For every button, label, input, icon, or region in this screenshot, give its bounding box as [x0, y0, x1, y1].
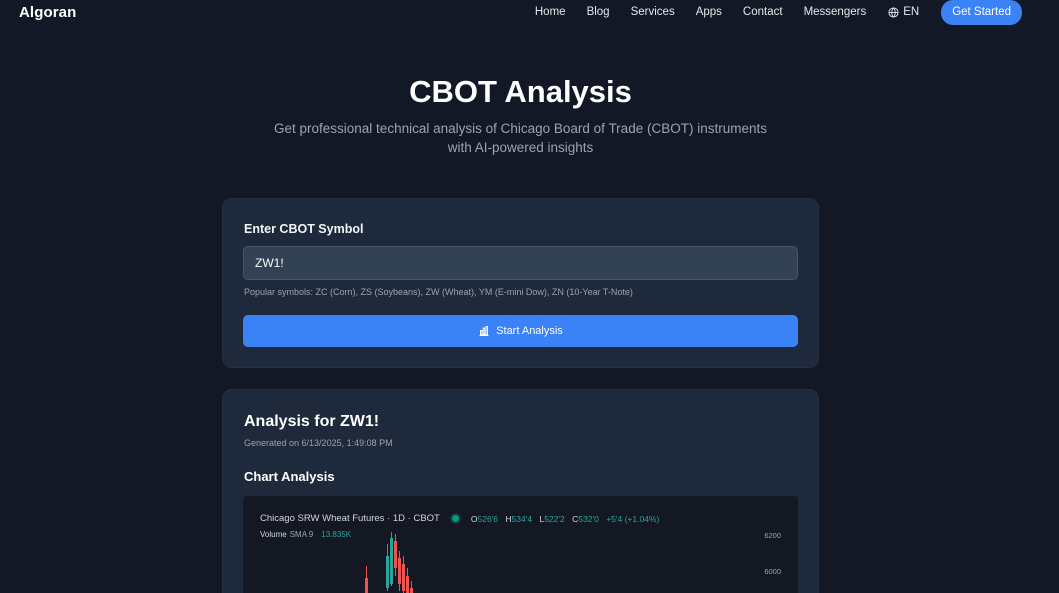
logo[interactable]: Algoran	[19, 4, 76, 21]
page-subtitle: Get professional technical analysis of C…	[274, 121, 767, 155]
chart-analysis-heading: Chart Analysis	[244, 469, 335, 484]
candle-body	[406, 576, 409, 593]
language-selector[interactable]: EN	[888, 6, 919, 18]
start-analysis-button[interactable]: Start Analysis	[243, 315, 798, 347]
candle-body	[386, 556, 389, 588]
nav-link-apps[interactable]: Apps	[696, 6, 722, 18]
analysis-title: Analysis for ZW1!	[244, 413, 380, 430]
candle-body	[410, 588, 413, 593]
get-started-button[interactable]: Get Started	[941, 0, 1022, 25]
generated-timestamp: Generated on 6/13/2025, 1:49:08 PM	[244, 438, 393, 448]
symbol-input-card: Enter CBOT Symbol Popular symbols: ZC (C…	[222, 198, 819, 368]
popular-symbols-hint: Popular symbols: ZC (Corn), ZS (Soybeans…	[244, 287, 633, 297]
candle-body	[398, 558, 401, 584]
candle-body	[390, 538, 393, 584]
candlestick-plot	[365, 532, 413, 593]
bar-chart-icon	[479, 326, 489, 336]
nav-link-blog[interactable]: Blog	[587, 6, 610, 18]
page-title: CBOT Analysis	[409, 74, 632, 109]
start-analysis-label: Start Analysis	[496, 325, 563, 337]
candle-body	[402, 564, 405, 591]
analysis-result-card: Analysis for ZW1! Generated on 6/13/2025…	[222, 389, 819, 593]
language-label: EN	[903, 6, 920, 18]
globe-icon	[888, 6, 899, 18]
nav-link-messengers[interactable]: Messengers	[804, 6, 867, 18]
nav-link-contact[interactable]: Contact	[743, 6, 783, 18]
top-nav: Algoran Home Blog Services Apps Contact …	[0, 0, 1059, 25]
price-chart[interactable]: Chicago SRW Wheat Futures · 1D · CBOT O5…	[243, 496, 798, 593]
candle-body	[394, 541, 397, 568]
symbol-input[interactable]	[243, 246, 798, 280]
nav-link-services[interactable]: Services	[631, 6, 675, 18]
nav-links: Home Blog Services Apps Contact Messenge…	[535, 0, 1022, 25]
candle-body	[365, 578, 368, 593]
nav-link-home[interactable]: Home	[535, 6, 566, 18]
symbol-field-label: Enter CBOT Symbol	[244, 222, 364, 236]
